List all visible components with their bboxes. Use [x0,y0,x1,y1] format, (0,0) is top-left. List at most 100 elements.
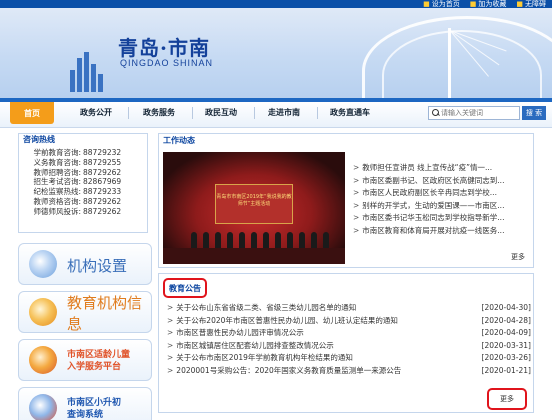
notice-title: 市南区城镇居住区配套幼儿园排查整改情况公示 [176,340,334,350]
org-structure-label: 机构设置 [67,256,128,275]
hotline-number: 88729262 [83,196,122,206]
notice-date: [2020-03-31] [481,340,531,350]
org-structure-card[interactable]: 机构设置 [18,243,152,285]
notice-title: 市南区普惠性民办幼儿园评审情况公示 [176,328,304,337]
edu-notice-title: 教育公告 [163,278,207,298]
flower-icon [29,250,57,278]
top-links: ■ 设为首页 ■ 加为收藏 ■ 无障碍 [423,0,546,8]
hotline-row: 学前教育咨询: 88729232 [19,148,147,158]
notice-item[interactable]: >2020001号采购公告：2020年国家义务教育质量监测单一来源公告 [2020… [167,365,531,378]
work-news-text: 市南区委书记华玉松同志到学校指导新学... [362,213,505,222]
middle-school-query-card[interactable]: 市南区小升初 查询系统 [18,387,152,420]
left-column: 咨询热线 学前教育咨询: 88729232 义务教育咨询: 88729255 教师招… [18,133,148,233]
bridge-pylon [448,28,451,98]
notice-item[interactable]: > 关于公布2020年市南区普惠性民办幼儿园、幼儿班认定结果的通知 [2020-04… [167,315,531,328]
child-enrollment-label: 市南区适龄儿童 入学服务平台 [67,340,131,380]
work-news-text: 市南区教育和体育局开展对抗疫一线医务... [362,225,505,235]
work-news-text: 教师担任宣讲员 线上宣传战“疫”情一... [362,163,493,172]
work-news-title: 工作动态 [163,136,195,145]
hotline-row: 教师资格咨询: 88729262 [19,197,147,207]
search-box [428,106,520,120]
hotline-row: 师德师风投诉: 88729262 [19,207,147,217]
city-logo-icon [70,52,103,92]
nav-item-interaction[interactable]: 政民互动 [205,107,237,118]
edu-notice-panel: 教育公告 > 关于公布山东省省级二类、省级三类幼儿园名单的通知 [2020-04-3… [158,273,534,413]
hotline-number: 88729262 [83,167,122,177]
hotline-row: 教师招聘咨询: 88729262 [19,168,147,178]
nav-divider [317,107,318,119]
child-enrollment-line1: 市南区适龄儿童 [67,350,131,360]
hotline-label: 教师资格咨询: [33,196,81,206]
notice-item[interactable]: > 关于公布市南区2019年学前教育机构年检结果的通知 [2020-03-26] [167,352,531,365]
nav-item-gov-open[interactable]: 政务公开 [80,107,112,118]
accessibility-label: 无障碍 [525,0,546,8]
main-nav: 首页 政务公开 政务服务 政民互动 走进市南 政务直通车 搜 索 [0,98,552,128]
set-homepage-link[interactable]: ■ 设为首页 [423,0,460,8]
notice-item[interactable]: > 市南区城镇居住区配套幼儿园排查整改情况公示 [2020-03-31] [167,340,531,353]
edu-institution-card[interactable]: 教育机构信息 [18,291,152,333]
children-icon [29,346,57,374]
notice-item[interactable]: > 关于公布山东省省级二类、省级三类幼儿园名单的通知 [2020-04-30] [167,302,531,315]
search-input[interactable] [441,109,519,117]
nav-divider [254,107,255,119]
accessibility-link[interactable]: ■ 无障碍 [516,0,546,8]
top-bar: ■ 设为首页 ■ 加为收藏 ■ 无障碍 [0,0,552,8]
hotline-label: 纪检监察热线: [33,187,81,197]
site-logo-title[interactable]: 青岛·市南 [118,32,210,61]
add-favorite-link[interactable]: ■ 加为收藏 [470,0,507,8]
hotline-row: 义务教育咨询: 88729255 [19,158,147,168]
hotline-label: 义务教育咨询: [33,157,81,167]
hotline-list: 学前教育咨询: 88729232 义务教育咨询: 88729255 教师招聘咨询: 8… [19,146,147,217]
hotline-panel: 咨询热线 学前教育咨询: 88729232 义务教育咨询: 88729255 教师招… [18,133,148,233]
work-news-text: 别样的开学式，生动的爱国课——市南区... [362,200,505,210]
notice-more-button[interactable]: 更多 [487,388,527,410]
work-news-item[interactable]: > 市南区委书记华玉松同志到学校指导新学... [353,212,531,225]
notice-title: 关于公布山东省省级二类、省级三类幼儿园名单的通知 [176,303,357,312]
nav-item-gov-service[interactable]: 政务服务 [143,107,175,118]
set-homepage-label: 设为首页 [431,0,460,8]
hotline-number: 88729232 [83,148,122,157]
work-news-item[interactable]: > 教师担任宣讲员 线上宣传战“疫”情一... [353,162,531,175]
notice-date: [2020-03-26] [481,353,531,362]
hotline-number: 88729233 [83,187,122,197]
photo-caption: 青岛市市南区2019年“我说我的教师节”主题活动 [216,194,292,207]
middle-school-query-line2: 查询系统 [67,410,104,420]
work-news-item[interactable]: > 市南区教育和体育局开展对抗疫一线医务... [353,225,531,238]
stage-people [191,232,329,248]
work-news-text: 市南区委副书记、区政府区长高健同志到... [362,175,505,185]
nav-item-gov-express[interactable]: 政务直通车 [330,107,370,118]
add-favorite-label: 加为收藏 [478,0,507,8]
hotline-row: 纪检监察热线: 88729233 [19,187,147,197]
work-news-list: > 教师担任宣讲员 线上宣传战“疫”情一... > 市南区委副书记、区政府区长高健同… [353,162,531,237]
hotline-title: 咨询热线 [23,135,55,144]
work-news-panel: 工作动态 青岛市市南区2019年“我说我的教师节”主题活动 > 教师担任宣讲员 线… [158,133,534,268]
hotline-label: 招生考试咨询: [33,177,81,187]
nav-divider [128,107,129,119]
hotline-label: 学前教育咨询: [33,148,81,157]
work-news-item[interactable]: > 市南区委副书记、区政府区长高健同志到... [353,175,531,188]
work-news-more-link[interactable]: 更多 [511,252,525,262]
child-enrollment-card[interactable]: 市南区适龄儿童 入学服务平台 [18,339,152,381]
hotline-number: 82867969 [83,177,122,187]
notice-date: [2020-04-30] [481,303,531,312]
site-banner: 青岛·市南 QINGDAO SHINAN [0,8,552,98]
news-photo[interactable]: 青岛市市南区2019年“我说我的教师节”主题活动 [163,152,345,264]
nav-divider [192,107,193,119]
stage-floor [163,248,345,264]
site-logo-subtitle: QINGDAO SHINAN [120,58,214,68]
work-news-item[interactable]: > 别样的开学式，生动的爱国课——市南区... [353,200,531,213]
work-news-item[interactable]: > 市南区人民政府副区长辛冉同志到学校... [353,187,531,200]
search-icon [431,108,441,118]
stage-screen: 青岛市市南区2019年“我说我的教师节”主题活动 [215,184,293,224]
notice-date: [2020-04-09] [481,328,531,337]
hotline-row: 招生考试咨询: 82867969 [19,177,147,187]
notice-date: [2020-01-21] [481,365,531,375]
search-button[interactable]: 搜 索 [522,106,546,120]
notice-item[interactable]: > 市南区普惠性民办幼儿园评审情况公示 [2020-04-09] [167,327,531,340]
child-enrollment-line2: 入学服务平台 [67,362,122,372]
hotline-number: 88729262 [83,206,122,216]
edu-institution-label: 教育机构信息 [67,294,143,333]
notice-title: 2020001号采购公告：2020年国家义务教育质量监测单一来源公告 [176,365,402,375]
nav-item-about-shinan[interactable]: 走进市南 [268,107,300,118]
nav-home-tab[interactable]: 首页 [10,102,54,124]
